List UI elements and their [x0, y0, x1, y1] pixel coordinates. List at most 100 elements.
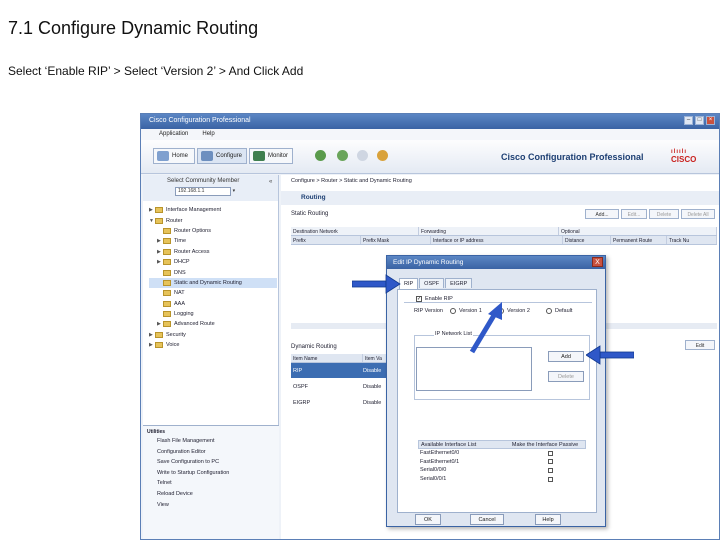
col-interface[interactable]: Interface or IP address — [431, 236, 563, 244]
edit-dynamic-routing-dialog: Edit IP Dynamic Routing X RIP OSPF EIGRP… — [386, 255, 606, 527]
static-add-button[interactable]: Add... — [585, 209, 619, 219]
col-prefix-mask[interactable]: Prefix Mask — [361, 236, 431, 244]
configure-button[interactable]: Configure — [197, 148, 247, 164]
tree-item[interactable]: ▶ Security — [149, 330, 277, 340]
passive-interface-checkbox[interactable] — [548, 450, 553, 456]
dialog-titlebar: Edit IP Dynamic Routing X — [387, 256, 605, 269]
slide-subtitle: Select ‘Enable RIP’ > Select ‘Version 2’… — [8, 64, 304, 78]
interface-name: Serial0/0/0 — [420, 467, 447, 474]
ok-button[interactable]: OK — [415, 514, 441, 525]
dynamic-routing-row[interactable]: OSPF Disable — [291, 379, 396, 394]
menu-application[interactable]: Application — [159, 131, 188, 140]
tree-item-label: DNS — [174, 269, 186, 276]
col-item-name[interactable]: Item Name — [291, 354, 363, 362]
utility-item[interactable]: Telnet — [143, 480, 279, 491]
tree-item[interactable]: Router Options — [149, 226, 277, 236]
tree-item[interactable]: AAA — [149, 299, 277, 309]
col-track[interactable]: Track Nu — [667, 236, 717, 244]
home-button[interactable]: Home — [153, 148, 195, 164]
cisco-logo: ılıılı CISCO — [671, 149, 697, 164]
col-permanent[interactable]: Permanent Route — [611, 236, 667, 244]
passive-interface-checkbox[interactable] — [548, 459, 553, 465]
tree-item[interactable]: ▶ Advanced Route — [149, 319, 277, 329]
tree-item[interactable]: DNS — [149, 267, 277, 277]
tree-item[interactable]: ▶ DHCP — [149, 257, 277, 267]
utility-item[interactable]: Flash File Management — [143, 438, 279, 449]
tree-item[interactable]: Static and Dynamic Routing — [149, 277, 277, 289]
cancel-button[interactable]: Cancel — [470, 514, 504, 525]
tab-ospf[interactable]: OSPF — [419, 278, 445, 288]
protocol-name: EIGRP — [293, 399, 311, 406]
interface-row: Serial0/0/0 — [418, 466, 586, 475]
community-member-select[interactable]: 192.168.1.1 — [175, 187, 231, 196]
refresh-icon[interactable] — [337, 150, 348, 161]
dialog-close-button[interactable]: X — [592, 257, 603, 267]
tree-item[interactable]: NAT — [149, 288, 277, 298]
tree-item-label: Router Access — [174, 248, 210, 255]
default-version-radio[interactable] — [546, 308, 552, 314]
static-delete-button[interactable]: Delete — [649, 209, 679, 219]
folder-icon — [163, 279, 171, 286]
utility-item[interactable]: Reload Device — [143, 491, 279, 502]
tree-item-label: Interface Management — [166, 207, 222, 214]
help-button[interactable]: Help — [535, 514, 561, 525]
utility-item[interactable]: Save Configuration to PC — [143, 459, 279, 470]
monitor-button[interactable]: Monitor — [249, 148, 293, 164]
tree-item-label: Time — [174, 238, 187, 245]
add-network-button[interactable]: Add — [548, 351, 584, 362]
save-icon[interactable] — [357, 150, 368, 161]
tree-item[interactable]: ▶ Interface Management — [149, 205, 277, 215]
monitor-icon — [253, 151, 265, 161]
folder-icon — [163, 300, 171, 307]
protocol-status: Disable — [363, 383, 382, 390]
folder-icon — [155, 217, 163, 224]
interface-table-header: Available Interface List Make the Interf… — [418, 440, 586, 449]
dynamic-edit-button[interactable]: Edit — [685, 340, 715, 350]
tree-item-label: Voice — [166, 342, 180, 349]
arrow-version-2 — [469, 302, 502, 354]
folder-icon — [155, 331, 163, 338]
tree-item-label: Logging — [174, 311, 194, 318]
arrow-enable-rip — [352, 274, 401, 294]
folder-icon — [163, 238, 171, 245]
utility-item[interactable]: Write to Startup Configuration — [143, 470, 279, 481]
passive-interface-checkbox[interactable] — [548, 476, 553, 482]
version-1-radio[interactable] — [450, 308, 456, 314]
static-delete-all-button[interactable]: Delete All — [681, 209, 715, 219]
collapse-pane-icon[interactable]: « — [269, 179, 272, 185]
routing-title: Routing — [301, 194, 326, 201]
dynamic-routing-row[interactable]: RIP Disable — [291, 363, 396, 378]
tree-item[interactable]: ▶ Time — [149, 236, 277, 246]
static-edit-button[interactable]: Edit... — [621, 209, 647, 219]
menu-bar: Application Help — [141, 129, 719, 140]
tree-item[interactable]: ▼ Router — [149, 215, 277, 225]
tree-item[interactable]: ▶ Router Access — [149, 247, 277, 257]
interface-name: FastEthernet0/1 — [420, 458, 460, 465]
maximize-button[interactable]: □ — [695, 116, 704, 125]
help-icon[interactable] — [377, 150, 388, 161]
folder-icon — [163, 269, 171, 276]
interface-row: Serial0/0/1 — [418, 475, 586, 484]
utility-item[interactable]: Configuration Editor — [143, 449, 279, 460]
gear-icon[interactable] — [315, 150, 326, 161]
slide-title: 7.1 Configure Dynamic Routing — [8, 18, 259, 38]
passive-interface-checkbox[interactable] — [548, 467, 553, 473]
col-distance[interactable]: Distance — [563, 236, 611, 244]
delete-network-button[interactable]: Delete — [548, 371, 584, 382]
tree-item[interactable]: Logging — [149, 309, 277, 319]
chevron-down-icon[interactable]: ▾ — [233, 188, 236, 194]
folder-icon — [155, 207, 163, 214]
menu-help[interactable]: Help — [202, 131, 214, 140]
tree-item[interactable]: ▶ Voice — [149, 340, 277, 350]
col-prefix[interactable]: Prefix — [291, 236, 361, 244]
utility-item[interactable]: View — [143, 502, 279, 513]
arrow-add-button — [586, 345, 634, 365]
dynamic-routing-row[interactable]: EIGRP Disable — [291, 395, 396, 410]
close-window-button[interactable]: × — [706, 116, 715, 125]
group-destination: Destination Network — [291, 227, 419, 235]
tab-eigrp[interactable]: EIGRP — [445, 278, 473, 288]
utilities-title: Utilities — [147, 429, 166, 435]
minimize-button[interactable]: – — [684, 116, 693, 125]
breadcrumb: Configure > Router > Static and Dynamic … — [291, 178, 412, 184]
col-passive-interface: Make the Interface Passive — [511, 442, 579, 448]
